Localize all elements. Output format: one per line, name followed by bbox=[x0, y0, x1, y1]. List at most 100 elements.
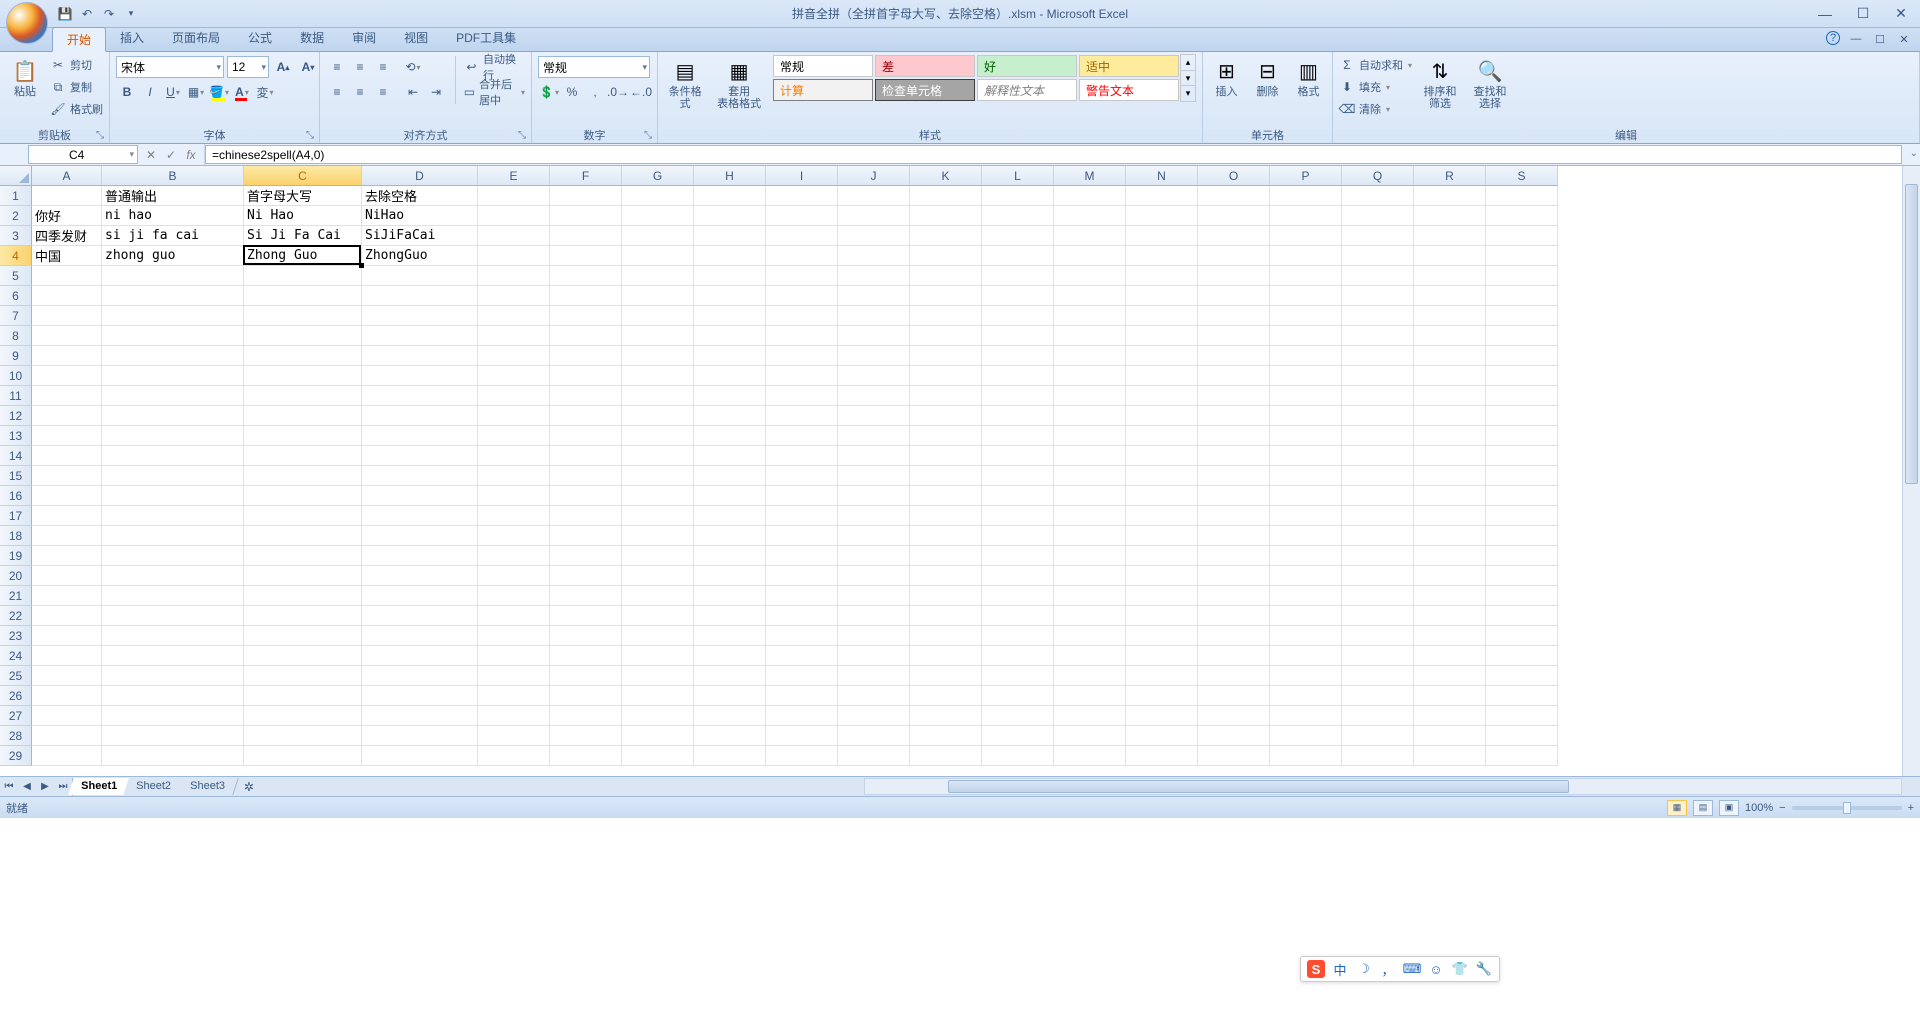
cell[interactable] bbox=[910, 546, 982, 566]
cell[interactable] bbox=[1054, 246, 1126, 266]
cell[interactable] bbox=[32, 386, 102, 406]
comma-button[interactable]: , bbox=[584, 81, 606, 103]
tab-数据[interactable]: 数据 bbox=[286, 26, 338, 51]
cell[interactable] bbox=[1198, 386, 1270, 406]
cell[interactable] bbox=[838, 306, 910, 326]
cell[interactable] bbox=[694, 186, 766, 206]
cell[interactable] bbox=[32, 746, 102, 766]
cell[interactable] bbox=[32, 646, 102, 666]
insert-cells-button[interactable]: ⊞插入 bbox=[1209, 54, 1244, 98]
cell[interactable] bbox=[910, 346, 982, 366]
cell[interactable] bbox=[982, 586, 1054, 606]
cell[interactable] bbox=[694, 426, 766, 446]
cell[interactable] bbox=[550, 526, 622, 546]
cell[interactable] bbox=[838, 266, 910, 286]
cell[interactable] bbox=[1270, 526, 1342, 546]
cell[interactable] bbox=[244, 606, 362, 626]
cell[interactable] bbox=[982, 426, 1054, 446]
cell[interactable] bbox=[1126, 366, 1198, 386]
cell[interactable] bbox=[244, 526, 362, 546]
cell[interactable] bbox=[1126, 266, 1198, 286]
cell[interactable] bbox=[1486, 726, 1558, 746]
cell[interactable] bbox=[550, 246, 622, 266]
cell[interactable] bbox=[1486, 246, 1558, 266]
cell[interactable] bbox=[1198, 606, 1270, 626]
cell[interactable] bbox=[244, 306, 362, 326]
zoom-in-button[interactable]: + bbox=[1908, 802, 1914, 814]
underline-button[interactable]: U▾ bbox=[162, 81, 184, 103]
col-header[interactable]: G bbox=[622, 166, 694, 186]
cell[interactable] bbox=[622, 266, 694, 286]
cell[interactable] bbox=[1054, 226, 1126, 246]
cell[interactable]: si ji fa cai bbox=[102, 226, 244, 246]
cell[interactable] bbox=[362, 326, 478, 346]
cell[interactable] bbox=[244, 466, 362, 486]
cell[interactable] bbox=[1486, 186, 1558, 206]
row-header[interactable]: 19 bbox=[0, 546, 32, 566]
fill-button[interactable]: ⬇填充▾ bbox=[1339, 76, 1412, 98]
cell[interactable] bbox=[1126, 566, 1198, 586]
cell[interactable] bbox=[1126, 226, 1198, 246]
cell[interactable] bbox=[766, 686, 838, 706]
fx-icon[interactable]: fx bbox=[182, 146, 200, 164]
cell[interactable] bbox=[838, 246, 910, 266]
row-header[interactable]: 7 bbox=[0, 306, 32, 326]
cell[interactable] bbox=[622, 546, 694, 566]
row-header[interactable]: 2 bbox=[0, 206, 32, 226]
cell[interactable] bbox=[1126, 386, 1198, 406]
percent-button[interactable]: % bbox=[561, 81, 583, 103]
zoom-slider[interactable] bbox=[1792, 806, 1902, 810]
align-bottom-button[interactable]: ≡ bbox=[372, 56, 394, 78]
font-size-combo[interactable]: 12▾ bbox=[227, 56, 269, 78]
cell[interactable] bbox=[766, 646, 838, 666]
cell[interactable] bbox=[550, 626, 622, 646]
cell[interactable] bbox=[910, 586, 982, 606]
cell[interactable] bbox=[982, 326, 1054, 346]
cell[interactable] bbox=[550, 406, 622, 426]
cell[interactable] bbox=[1486, 746, 1558, 766]
cell[interactable] bbox=[1198, 666, 1270, 686]
cell[interactable] bbox=[1126, 186, 1198, 206]
cell[interactable] bbox=[478, 546, 550, 566]
cell[interactable] bbox=[838, 446, 910, 466]
cell[interactable] bbox=[478, 526, 550, 546]
expand-formula-icon[interactable]: ⌄ bbox=[1910, 148, 1918, 159]
cell[interactable] bbox=[982, 246, 1054, 266]
cell[interactable] bbox=[1198, 446, 1270, 466]
cell[interactable] bbox=[838, 726, 910, 746]
row-header[interactable]: 1 bbox=[0, 186, 32, 206]
cell[interactable] bbox=[478, 706, 550, 726]
cell[interactable] bbox=[1486, 626, 1558, 646]
cell[interactable] bbox=[766, 706, 838, 726]
cell[interactable] bbox=[910, 606, 982, 626]
find-select-button[interactable]: 🔍查找和 选择 bbox=[1468, 54, 1512, 110]
cell[interactable] bbox=[766, 566, 838, 586]
sheet-tab[interactable]: Sheet3 bbox=[177, 778, 238, 795]
cell[interactable] bbox=[244, 486, 362, 506]
cell[interactable] bbox=[1270, 246, 1342, 266]
align-center-button[interactable]: ≡ bbox=[349, 81, 371, 103]
col-header[interactable]: I bbox=[766, 166, 838, 186]
cell[interactable] bbox=[1270, 506, 1342, 526]
cell[interactable] bbox=[362, 466, 478, 486]
cell[interactable] bbox=[694, 246, 766, 266]
cell[interactable] bbox=[766, 426, 838, 446]
cell[interactable] bbox=[550, 186, 622, 206]
cell[interactable] bbox=[1414, 346, 1486, 366]
cell[interactable] bbox=[244, 386, 362, 406]
cell[interactable] bbox=[32, 486, 102, 506]
cell[interactable] bbox=[1198, 426, 1270, 446]
cell[interactable] bbox=[102, 466, 244, 486]
cell[interactable] bbox=[838, 346, 910, 366]
col-header[interactable]: R bbox=[1414, 166, 1486, 186]
col-header[interactable]: E bbox=[478, 166, 550, 186]
cell[interactable] bbox=[1486, 446, 1558, 466]
cell[interactable] bbox=[550, 486, 622, 506]
grow-font-button[interactable]: A▴ bbox=[272, 56, 294, 78]
cell[interactable] bbox=[1342, 286, 1414, 306]
cell[interactable] bbox=[1198, 186, 1270, 206]
cell[interactable] bbox=[1270, 266, 1342, 286]
cell[interactable] bbox=[838, 746, 910, 766]
cell[interactable] bbox=[102, 686, 244, 706]
delete-cells-button[interactable]: ⊟删除 bbox=[1250, 54, 1285, 98]
